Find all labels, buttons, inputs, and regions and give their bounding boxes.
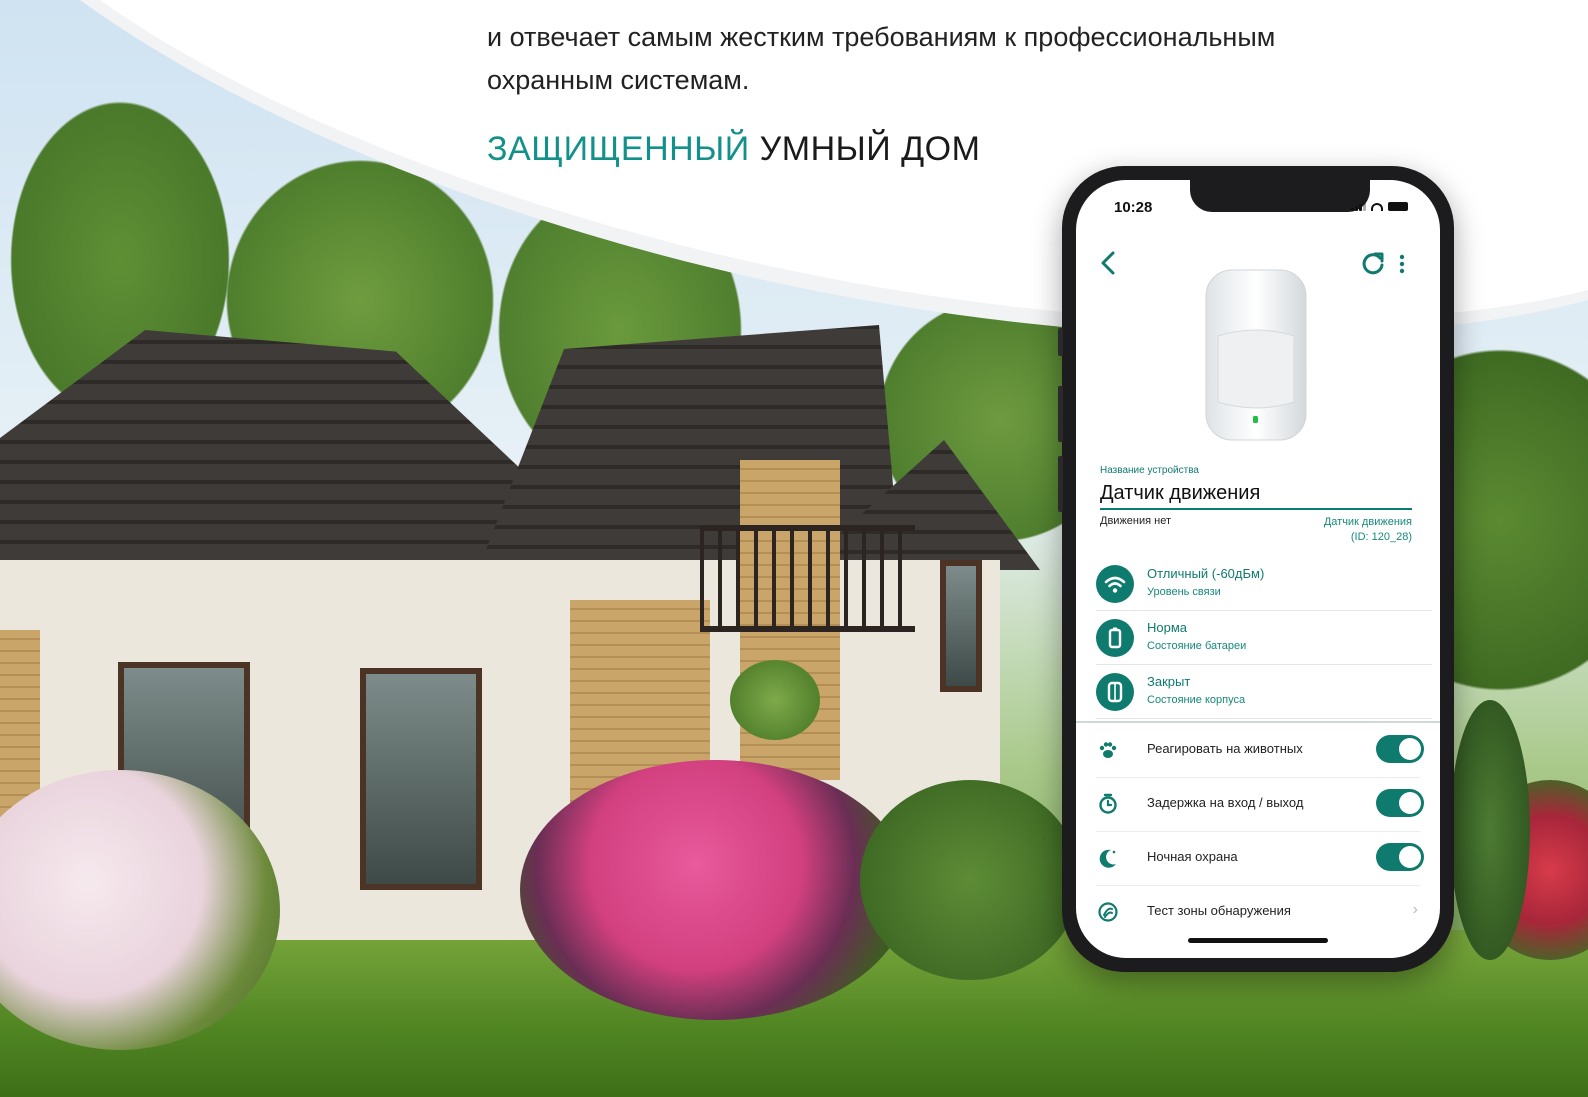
side-button-volume-down [1058, 456, 1063, 512]
intro-line-3: охранным системам. [487, 65, 750, 95]
signal-row: Отличный (-60дБм) Уровень связи [1096, 560, 1432, 611]
enclosure-row: Закрыт Состояние корпуса [1096, 668, 1432, 719]
device-id: (ID: 120_28) [1350, 531, 1412, 543]
device-type-name: Датчик движения [1323, 516, 1412, 528]
entry-delay-toggle[interactable] [1376, 789, 1424, 817]
setting-label: Задержка на вход / выход [1147, 795, 1304, 810]
enclosure-icon [1096, 673, 1134, 711]
motion-state: Движения нет [1100, 515, 1172, 527]
toggle-knob [1399, 738, 1421, 760]
battery-caption: Состояние батареи [1147, 640, 1247, 652]
chevron-right-icon[interactable]: › [1413, 901, 1418, 919]
home-indicator[interactable] [1188, 938, 1328, 943]
tagline-rest: УМНЫЙ ДОМ [749, 130, 981, 168]
setting-pet-immunity: Реагировать на животных [1096, 723, 1424, 778]
smartphone: 10:28 Название устройства Датчик движени… [1058, 166, 1454, 972]
battery-status-icon [1388, 202, 1408, 211]
wifi-icon [1096, 565, 1134, 603]
setting-label: Тест зоны обнаружения [1147, 903, 1291, 918]
refresh-icon[interactable] [1360, 250, 1386, 276]
intro-line-2: и отвечает самым жестким требованиям к п… [487, 22, 1276, 52]
cellular-signal-icon [1351, 202, 1366, 211]
section-tagline: ЗАЩИЩЕННЫЙ УМНЫЙ ДОМ [487, 130, 980, 169]
intro-paragraph: и отвечает самым жестким требованиям к п… [487, 0, 1387, 102]
signal-value: Отличный (-60дБм) [1147, 566, 1265, 581]
enclosure-value: Закрыт [1147, 674, 1191, 689]
device-type: Датчик движения (ID: 120_28) [1324, 515, 1412, 545]
setting-detection-test[interactable]: Тест зоны обнаружения › [1096, 885, 1420, 939]
status-icons [1351, 202, 1408, 211]
more-vertical-icon[interactable] [1398, 252, 1406, 276]
night-mode-toggle[interactable] [1376, 843, 1424, 871]
status-time: 10:28 [1114, 199, 1153, 216]
phone-notch [1190, 180, 1370, 212]
intro-line-cropped [487, 0, 1387, 10]
wifi-status-icon [1371, 203, 1383, 211]
moon-icon [1099, 849, 1116, 868]
battery-row: Норма Состояние батареи [1096, 614, 1432, 665]
paw-icon [1099, 742, 1117, 758]
device-name-label: Название устройства [1100, 465, 1199, 476]
toggle-knob [1399, 846, 1421, 868]
signal-caption: Уровень связи [1147, 586, 1221, 598]
timer-icon [1099, 793, 1117, 814]
device-name-input[interactable] [1100, 478, 1412, 510]
battery-value: Норма [1147, 620, 1188, 635]
setting-night-mode: Ночная охрана [1096, 831, 1424, 886]
side-button-volume-up [1058, 386, 1063, 442]
back-arrow-icon[interactable] [1098, 250, 1120, 276]
setting-label: Ночная охрана [1147, 849, 1238, 864]
motion-sensor-image [1205, 269, 1307, 441]
tagline-accent: ЗАЩИЩЕННЫЙ [487, 130, 750, 168]
detection-test-icon [1098, 902, 1118, 922]
app-screen: 10:28 Название устройства Датчик движени… [1076, 180, 1440, 958]
setting-entry-delay: Задержка на вход / выход [1096, 777, 1424, 832]
pet-immunity-toggle[interactable] [1376, 735, 1424, 763]
enclosure-caption: Состояние корпуса [1147, 694, 1246, 706]
battery-icon [1096, 619, 1134, 657]
side-button-silent [1058, 328, 1063, 356]
toggle-knob [1399, 792, 1421, 814]
setting-label: Реагировать на животных [1147, 741, 1303, 756]
